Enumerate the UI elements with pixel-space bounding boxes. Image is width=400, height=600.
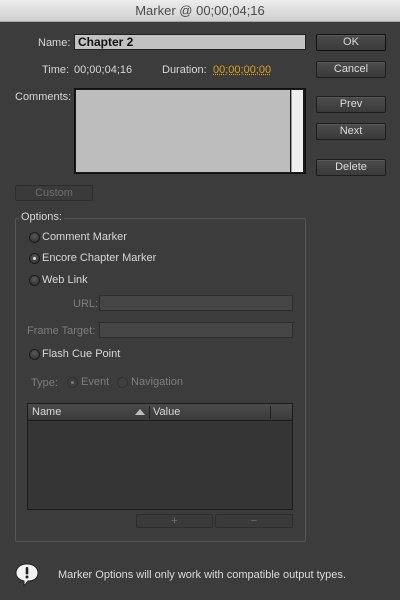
type-event-radio[interactable]	[67, 377, 78, 388]
type-label: Type:	[31, 377, 58, 389]
duration-label: Duration:	[162, 64, 207, 76]
comment-marker-radio[interactable]	[29, 232, 40, 243]
comments-textarea[interactable]	[76, 90, 290, 172]
encore-chapter-marker-label[interactable]: Encore Chapter Marker	[42, 252, 156, 264]
ok-button[interactable]: OK	[316, 34, 386, 51]
time-value: 00;00;04;16	[74, 64, 133, 76]
footer-message: Marker Options will only work with compa…	[58, 569, 346, 581]
frame-target-input[interactable]	[99, 322, 293, 338]
comments-box	[74, 88, 306, 174]
comments-label: Comments:	[15, 91, 72, 103]
column-divider	[270, 406, 271, 419]
comments-scrollbar[interactable]	[291, 90, 303, 172]
window-title: Marker @ 00;00;04;16	[0, 0, 400, 22]
type-event-label[interactable]: Event	[81, 376, 109, 388]
options-legend: Options:	[19, 211, 64, 223]
flash-cue-point-radio[interactable]	[29, 349, 40, 360]
url-input[interactable]	[99, 295, 293, 311]
remove-cue-point-button[interactable]: −	[215, 514, 293, 528]
cue-point-table: Name Value	[27, 403, 293, 510]
web-link-radio[interactable]	[29, 275, 40, 286]
time-label: Time:	[42, 64, 70, 76]
name-label: Name:	[38, 37, 71, 49]
prev-button[interactable]: Prev	[316, 96, 386, 113]
custom-button[interactable]: Custom	[15, 185, 93, 201]
web-link-label[interactable]: Web Link	[42, 274, 88, 286]
type-navigation-radio[interactable]	[117, 377, 128, 388]
duration-timecode[interactable]: 00;00;00;00	[213, 64, 271, 76]
comment-marker-label[interactable]: Comment Marker	[42, 231, 127, 243]
flash-cue-point-label[interactable]: Flash Cue Point	[42, 348, 120, 360]
table-header: Name Value	[28, 404, 292, 421]
type-navigation-label[interactable]: Navigation	[131, 376, 183, 388]
add-cue-point-button[interactable]: +	[136, 514, 213, 528]
frame-target-label: Frame Target:	[27, 325, 96, 337]
url-label: URL:	[73, 298, 99, 310]
next-button[interactable]: Next	[316, 123, 386, 140]
sort-ascending-icon	[135, 409, 145, 415]
encore-chapter-marker-radio[interactable]	[29, 253, 40, 264]
name-input[interactable]	[74, 34, 306, 50]
column-header-value[interactable]: Value	[153, 406, 180, 418]
cancel-button[interactable]: Cancel	[316, 61, 386, 78]
column-divider	[149, 406, 150, 419]
delete-button[interactable]: Delete	[316, 159, 386, 176]
info-icon	[14, 562, 40, 588]
column-header-name[interactable]: Name	[32, 406, 61, 418]
